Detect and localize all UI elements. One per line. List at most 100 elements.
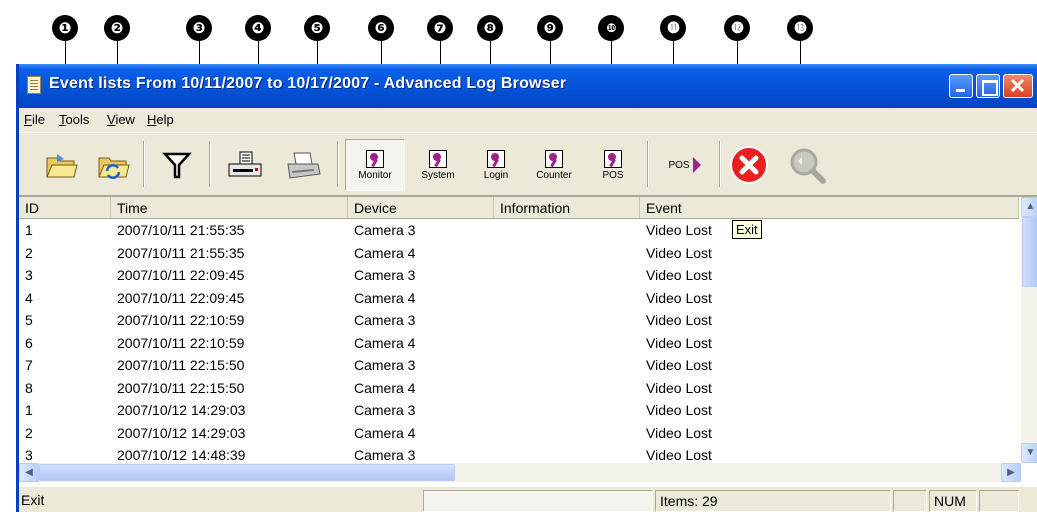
exit-icon <box>730 146 768 184</box>
cell-id: 1 <box>25 222 33 238</box>
table-row[interactable]: 2 2007/10/11 21:55:35 Camera 4 Video Lost <box>19 243 1019 266</box>
table-row[interactable]: 1 2007/10/11 21:55:35 Camera 3 Video Lost Ex… <box>19 220 1019 243</box>
callout-8: ❽ <box>477 15 503 41</box>
column-header-id[interactable]: ID <box>19 197 111 219</box>
cell-id: 4 <box>25 289 33 306</box>
table-row[interactable]: 8 2007/10/11 22:15:50 Camera 4 Video Lost <box>19 378 1019 401</box>
system-button[interactable]: System <box>411 139 465 191</box>
cell-time: 2007/10/11 22:10:59 <box>117 334 245 351</box>
cell-event: Video Lost <box>646 357 712 373</box>
status-panel <box>893 490 927 512</box>
toolbar-separator <box>647 141 649 187</box>
export-button[interactable] <box>223 139 267 191</box>
key-icon <box>366 149 384 168</box>
maximize-button[interactable] <box>976 74 1000 98</box>
exit-button[interactable] <box>727 139 771 191</box>
cell-id: 5 <box>25 312 33 328</box>
system-label: System <box>421 169 455 181</box>
login-button[interactable]: Login <box>471 139 521 191</box>
scroll-left-button[interactable]: ◀ <box>19 463 39 482</box>
pos-key-button[interactable]: POS <box>589 139 637 191</box>
status-num-lock: NUM <box>929 490 977 512</box>
open-button[interactable] <box>41 139 81 191</box>
menu-bar: File Tools View Help <box>19 108 1037 132</box>
horizontal-scrollbar[interactable]: ◀ ▶ <box>19 463 1021 482</box>
arrow-right-icon <box>692 157 701 173</box>
menu-file[interactable]: File <box>24 112 45 127</box>
cell-event: Video Lost <box>646 222 712 238</box>
cell-device: Camera 3 <box>354 402 416 418</box>
table-row[interactable]: 7 2007/10/11 22:15:50 Camera 3 Video Lost <box>19 355 1019 378</box>
list-rows: 1 2007/10/11 21:55:35 Camera 3 Video Lost Ex… <box>19 220 1019 463</box>
cell-device: Camera 3 <box>354 222 416 238</box>
table-row[interactable]: 2 2007/10/12 14:29:03 Camera 4 Video Lost <box>19 423 1019 446</box>
scroll-down-button[interactable]: ▼ <box>1021 443 1037 463</box>
cell-event: Video Lost <box>646 447 712 463</box>
table-row[interactable]: 1 2007/10/12 14:29:03 Camera 3 Video Lost <box>19 400 1019 423</box>
scroll-up-button[interactable]: ▲ <box>1021 197 1037 217</box>
filter-funnel-icon <box>162 152 192 179</box>
pos-view-button[interactable]: POS <box>657 139 713 191</box>
printer-icon <box>287 152 321 179</box>
vertical-scrollbar[interactable]: ▲ ▼ <box>1021 197 1037 463</box>
table-row[interactable]: 4 2007/10/11 22:09:45 Camera 4 Video Lost <box>19 288 1019 311</box>
column-header-device[interactable]: Device <box>348 197 494 219</box>
cell-event: Video Lost <box>646 267 712 283</box>
cell-event: Video Lost <box>646 334 712 351</box>
exit-tooltip: Exit <box>732 220 762 239</box>
refresh-folder-icon <box>98 157 130 179</box>
cell-id: 2 <box>25 244 33 261</box>
status-progress-panel <box>423 490 653 512</box>
toolbar-separator <box>337 141 339 187</box>
table-row[interactable]: 5 2007/10/11 22:10:59 Camera 3 Video Lost <box>19 310 1019 333</box>
cell-device: Camera 3 <box>354 357 416 373</box>
scroll-right-button[interactable]: ▶ <box>1001 463 1021 482</box>
cell-time: 2007/10/11 21:55:35 <box>117 244 245 261</box>
monitor-button[interactable]: Monitor <box>345 139 405 191</box>
callout-13: ⓭ <box>787 15 813 41</box>
callout-2: ❷ <box>104 15 130 41</box>
column-header-time[interactable]: Time <box>111 197 348 219</box>
cell-device: Camera 3 <box>354 267 416 283</box>
cell-id: 6 <box>25 334 33 351</box>
menu-tools[interactable]: Tools <box>59 112 89 127</box>
toolbar-separator <box>209 141 211 187</box>
column-header-event[interactable]: Event <box>640 197 1019 219</box>
callout-3: ❸ <box>186 15 212 41</box>
close-window-button[interactable] <box>1003 74 1033 98</box>
magnifier-icon <box>790 148 826 184</box>
cell-time: 2007/10/11 22:10:59 <box>117 312 245 328</box>
key-icon <box>487 149 505 168</box>
column-header-information[interactable]: Information <box>494 197 640 219</box>
vertical-scroll-thumb[interactable] <box>1022 217 1037 287</box>
event-list[interactable]: ID Time Device Information Event 1 2007/1… <box>19 196 1037 486</box>
refresh-button[interactable] <box>93 139 133 191</box>
counter-button[interactable]: Counter <box>527 139 581 191</box>
menu-help[interactable]: Help <box>147 112 174 127</box>
export-icon <box>228 151 262 177</box>
cell-time: 2007/10/11 22:09:45 <box>117 289 245 306</box>
filter-button[interactable] <box>157 139 197 191</box>
search-button[interactable] <box>785 139 829 191</box>
key-icon <box>604 149 622 168</box>
callout-6: ❻ <box>368 15 394 41</box>
title-bar[interactable]: Event lists From 10/11/2007 to 10/17/200… <box>19 64 1037 108</box>
minimize-button[interactable] <box>949 74 973 98</box>
cell-id: 3 <box>25 267 33 283</box>
cell-id: 1 <box>25 402 33 418</box>
open-folder-icon <box>46 154 78 178</box>
table-row[interactable]: 6 2007/10/11 22:10:59 Camera 4 Video Lost <box>19 333 1019 356</box>
callout-5: ❺ <box>304 15 330 41</box>
cell-time: 2007/10/11 21:55:35 <box>117 222 245 238</box>
horizontal-scroll-thumb[interactable] <box>39 464 455 481</box>
table-row[interactable]: 3 2007/10/11 22:09:45 Camera 3 Video Lost <box>19 265 1019 288</box>
menu-view[interactable]: View <box>107 112 135 127</box>
print-button[interactable] <box>281 139 325 191</box>
cell-device: Camera 4 <box>354 379 416 396</box>
notepad-icon <box>27 76 41 94</box>
cell-time: 2007/10/12 14:29:03 <box>117 402 246 418</box>
cell-id: 8 <box>25 379 33 396</box>
table-row[interactable]: 3 2007/10/12 14:48:39 Camera 3 Video Lost <box>19 445 1019 463</box>
cell-id: 2 <box>25 424 33 441</box>
cell-event: Video Lost <box>646 424 712 441</box>
